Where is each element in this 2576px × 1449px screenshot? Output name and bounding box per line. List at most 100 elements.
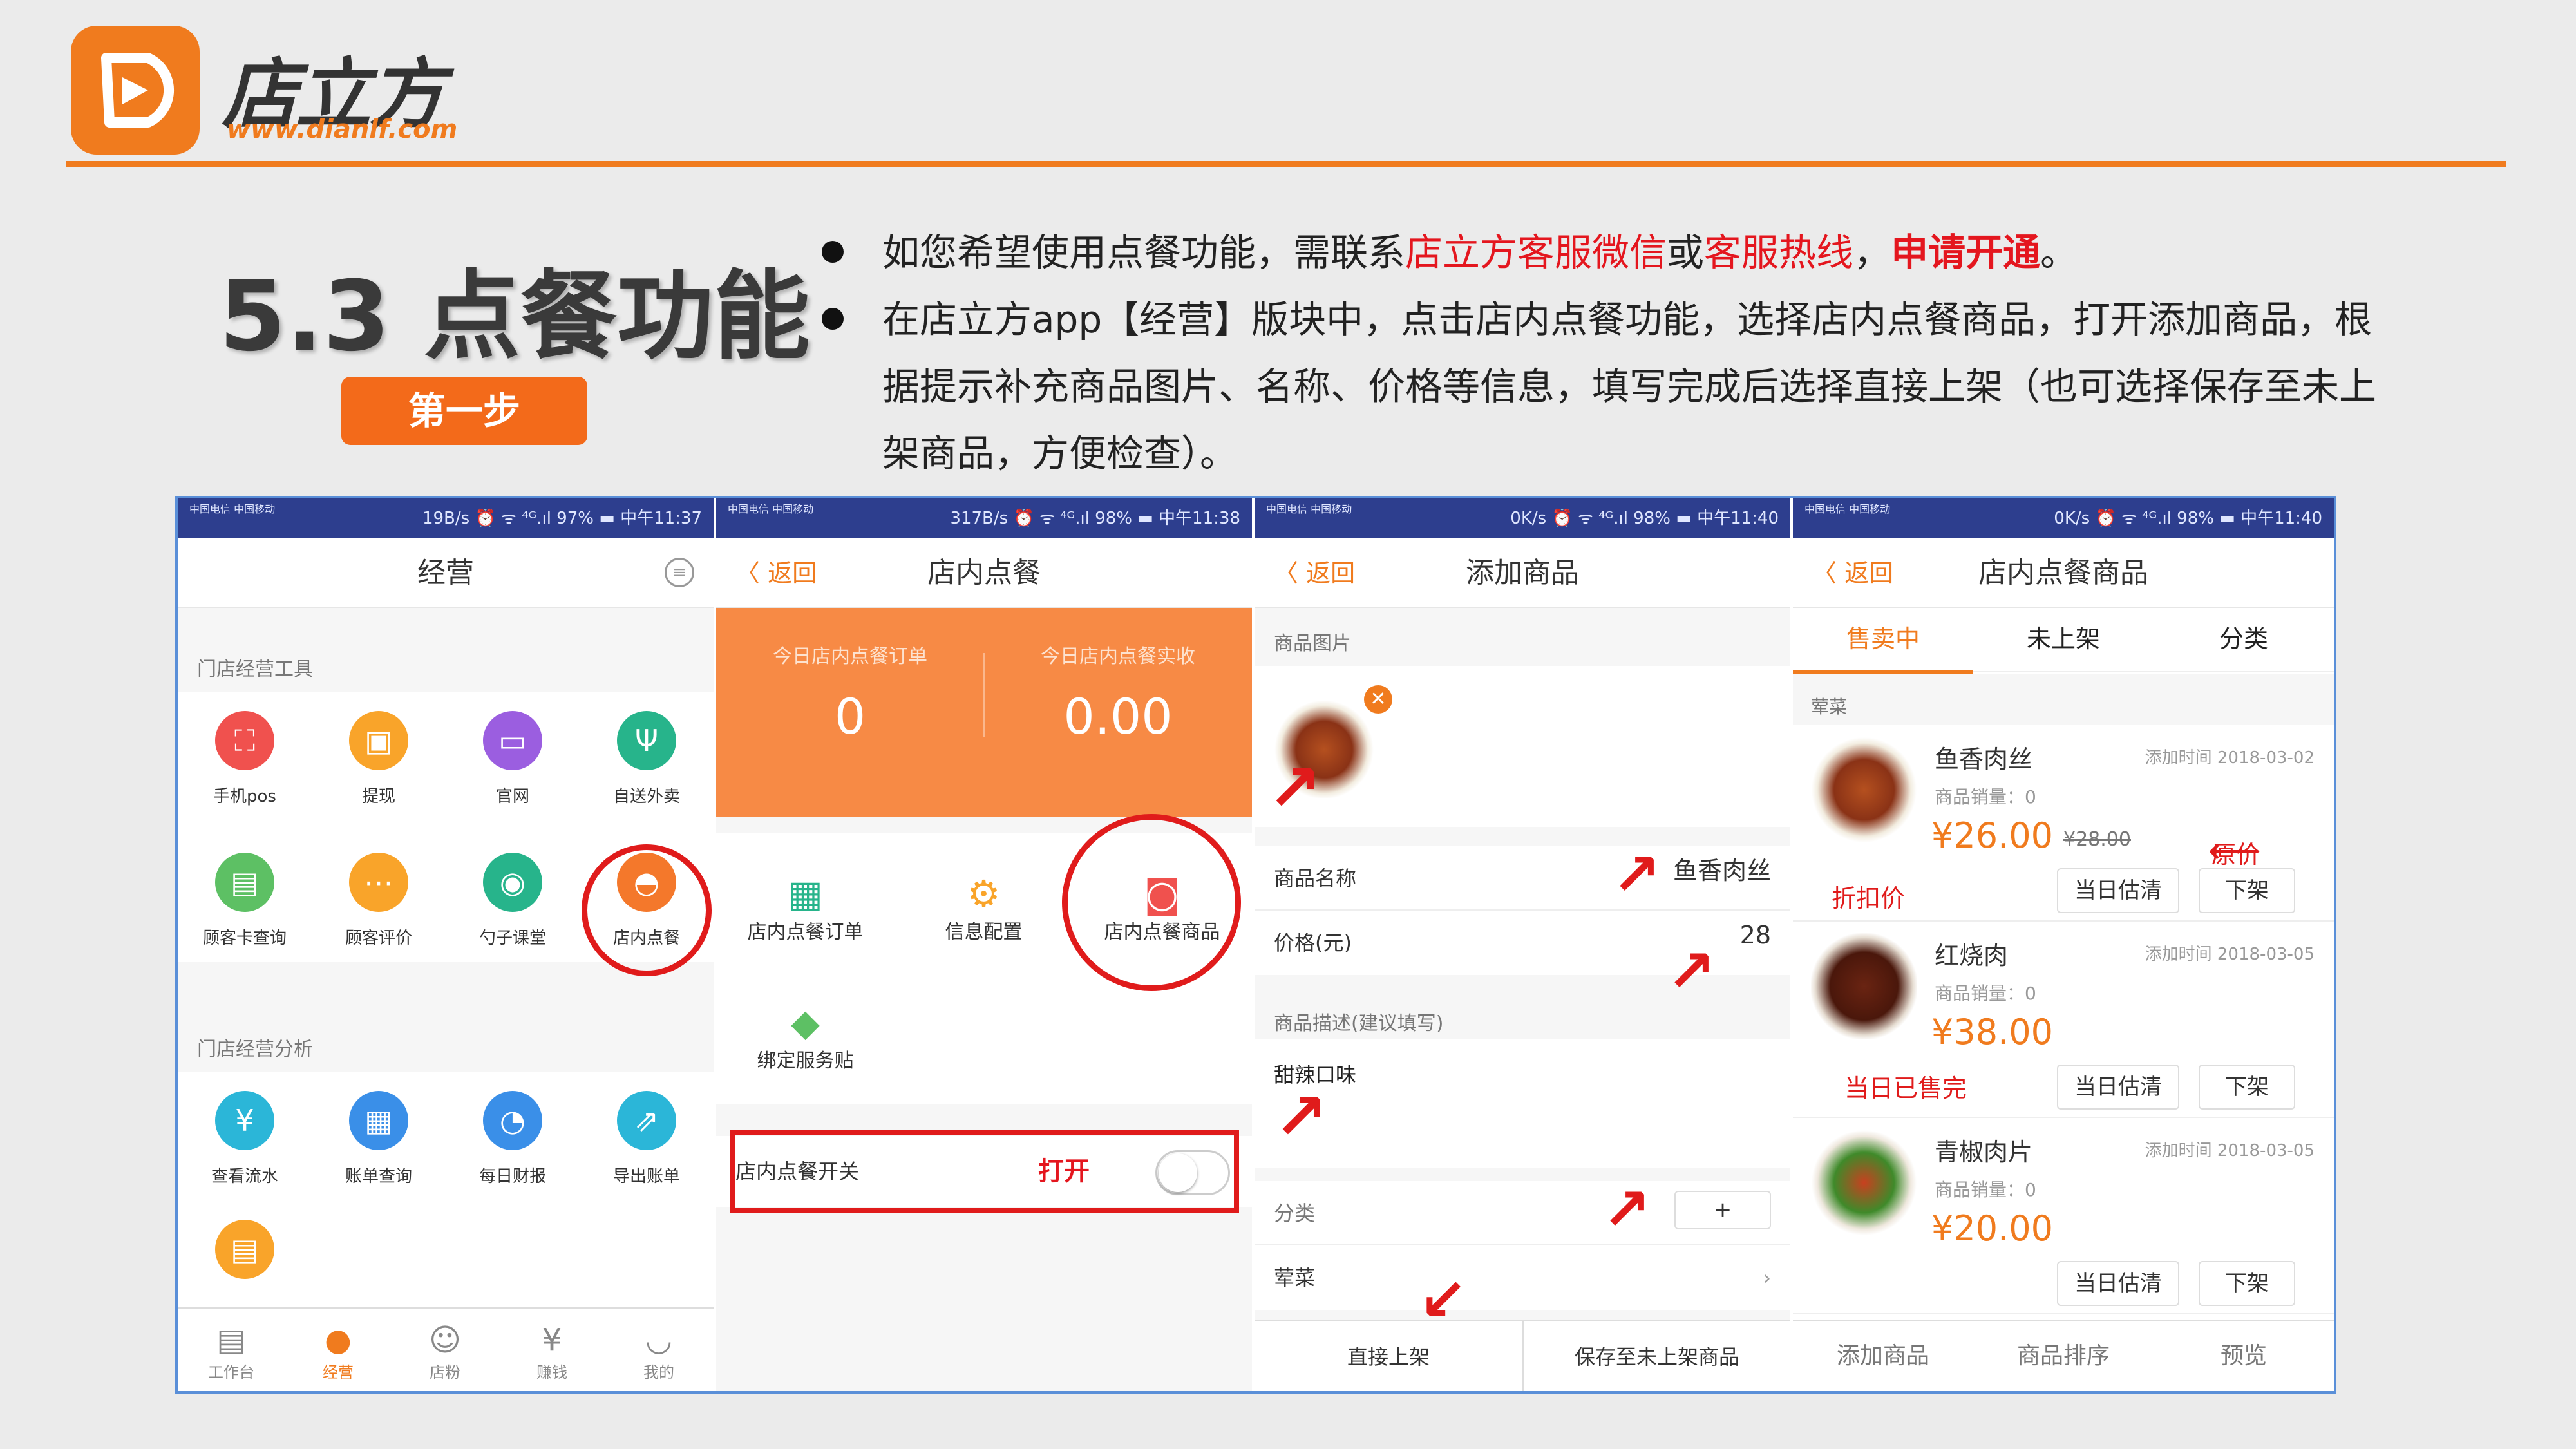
estimate-button[interactable]: 当日估清 <box>2057 1261 2179 1306</box>
pie-icon: ◔ <box>483 1091 542 1150</box>
soldout-annotation: 当日已售完 <box>1844 1074 1967 1103</box>
tool-review[interactable]: ⋯ 顾客评价 <box>312 853 446 949</box>
screenshots-frame: 中国电信 中国移动 19B/s ⏰ ᯤ ⁴ᴳ.ıl 97% ▬ 中午11:37 … <box>175 496 2336 1394</box>
tab-earn[interactable]: ¥ 赚钱 <box>498 1321 605 1382</box>
add-category-button[interactable]: + <box>1674 1191 1771 1229</box>
yen-icon: ¥ <box>215 1091 274 1150</box>
tool-delivery[interactable]: Ψ 自送外卖 <box>580 711 714 807</box>
carrier: 中国电信 中国移动 <box>728 503 814 515</box>
product-date: 添加时间 2018-03-05 <box>2145 1141 2315 1160</box>
nav-title: 经营 <box>417 556 474 589</box>
delist-button[interactable]: 下架 <box>2199 868 2295 913</box>
bullet2-text: 在店立方app【经营】版块中，点击店内点餐功能，选择店内点餐商品，打开添加商品，… <box>882 298 2377 475</box>
stat-value: 0 <box>834 688 866 745</box>
tag-icon: ◆ <box>791 1001 820 1045</box>
analysis-bill[interactable]: ▦ 账单查询 <box>312 1091 446 1187</box>
price-input[interactable]: 28 <box>1740 903 1771 967</box>
image-area: ✕ ↗ <box>1255 666 1790 827</box>
tool-card-query[interactable]: ▤ 顾客卡查询 <box>178 853 312 949</box>
back-button[interactable]: 〈 返回 <box>735 538 817 608</box>
add-product-button[interactable]: 添加商品 <box>1793 1321 1973 1391</box>
sort-button[interactable]: 商品排序 <box>1973 1321 2154 1391</box>
analysis-label: 导出账单 <box>612 1167 680 1186</box>
menu-label: 信息配置 <box>945 921 1023 943</box>
arrow-annotation: ↗ <box>1267 750 1321 826</box>
bullet-list: 如您希望使用点餐功能，需联系店立方客服微信或客服热线，申请开通。 在店立方app… <box>818 219 2402 487</box>
remove-image-icon[interactable]: ✕ <box>1364 685 1392 714</box>
tab-selling[interactable]: 售卖中 <box>1793 608 1973 674</box>
tab-category[interactable]: 分类 <box>2154 608 2334 670</box>
tool-pos[interactable]: ⛶ 手机pos <box>178 711 312 807</box>
fans-icon: ☺ <box>428 1322 462 1358</box>
analysis-more[interactable]: ▤ <box>178 1220 312 1292</box>
tool-label: 提现 <box>361 787 395 806</box>
category-value-row[interactable]: 荤菜 › <box>1255 1245 1790 1310</box>
card-icon: ▤ <box>215 853 274 912</box>
screen-dine-in: 中国电信 中国移动 317B/s ⏰ ᯤ ⁴ᴳ.ıl 98% ▬ 中午11:38… <box>716 498 1252 1391</box>
discount-annotation: 折扣价 <box>1832 884 1906 913</box>
section-label: 门店经营工具 <box>197 658 313 681</box>
tab-label: 我的 <box>643 1363 674 1381</box>
stat-orders: 今日店内点餐订单 0 <box>716 640 984 745</box>
brand-logo <box>71 26 200 155</box>
name-input[interactable]: 鱼香肉丝 <box>1673 838 1771 903</box>
analysis-daily[interactable]: ◔ 每日财报 <box>446 1091 580 1187</box>
chevron-right-icon: › <box>1763 1265 1771 1290</box>
status-bar: 中国电信 中国移动 317B/s ⏰ ᯤ ⁴ᴳ.ıl 98% ▬ 中午11:38 <box>716 498 1252 538</box>
tab-unlisted[interactable]: 未上架 <box>1973 608 2154 670</box>
menu-config[interactable]: ⚙ 信息配置 <box>895 872 1073 944</box>
product-image <box>1811 933 1917 1039</box>
estimate-button[interactable]: 当日估清 <box>2057 1065 2179 1110</box>
tool-label: 自送外卖 <box>612 787 680 806</box>
screen-product-list: 中国电信 中国移动 0K/s ⏰ ᯤ ⁴ᴳ.ıl 98% ▬ 中午11:40 〈… <box>1793 498 2334 1391</box>
back-label: 返回 <box>1306 559 1356 587</box>
status-bar: 中国电信 中国移动 19B/s ⏰ ᯤ ⁴ᴳ.ıl 97% ▬ 中午11:37 <box>178 498 714 538</box>
doc-search-icon: ▦ <box>349 1091 408 1150</box>
menu-orders[interactable]: ▦ 店内点餐订单 <box>716 872 895 944</box>
preview-button[interactable]: 预览 <box>2154 1321 2334 1391</box>
back-button[interactable]: 〈 返回 <box>1812 538 1893 608</box>
img-label: 商品图片 <box>1274 632 1351 655</box>
stat-value: 0.00 <box>1063 688 1173 745</box>
menu-label: 绑定服务贴 <box>757 1050 854 1072</box>
shield-icon: ◡ <box>645 1322 672 1358</box>
back-label: 返回 <box>1844 559 1894 587</box>
bullet-item: 如您希望使用点餐功能，需联系店立方客服微信或客服热线，申请开通。 <box>818 219 2402 286</box>
product-price: ¥38.00 <box>1931 1012 2053 1052</box>
screen-manage: 中国电信 中国移动 19B/s ⏰ ᯤ ⁴ᴳ.ıl 97% ▬ 中午11:37 … <box>178 498 714 1391</box>
message-icon[interactable]: ≡ <box>665 558 694 587</box>
tab-fans[interactable]: ☺ 店粉 <box>392 1321 498 1382</box>
nav-bar: 〈 返回 店内点餐 <box>716 538 1252 608</box>
tab-label: 工作台 <box>208 1363 254 1381</box>
tool-label: 官网 <box>495 787 529 806</box>
arrow-annotation: ↗ <box>1602 1176 1651 1244</box>
analysis-label: 查看流水 <box>211 1167 278 1186</box>
menu-sticker[interactable]: ◆ 绑定服务贴 <box>716 1001 895 1073</box>
save-draft-button[interactable]: 保存至未上架商品 <box>1522 1321 1790 1391</box>
tool-class[interactable]: ◉ 勺子课堂 <box>446 853 580 949</box>
tab-workbench[interactable]: ▤ 工作台 <box>178 1321 285 1382</box>
delist-button[interactable]: 下架 <box>2199 1065 2295 1110</box>
play-d-icon <box>101 53 175 128</box>
section-label: 门店经营分析 <box>197 1038 313 1061</box>
header-divider <box>66 161 2506 167</box>
back-button[interactable]: 〈 返回 <box>1274 538 1355 608</box>
analysis-flow[interactable]: ¥ 查看流水 <box>178 1091 312 1187</box>
category-row: 分类 + <box>1255 1181 1790 1245</box>
monitor-icon: ▭ <box>483 711 542 770</box>
estimate-button[interactable]: 当日估清 <box>2057 868 2179 913</box>
scan-icon: ⛶ <box>215 711 274 770</box>
delist-button[interactable]: 下架 <box>2199 1261 2295 1306</box>
nav-bar: 经营 ≡ <box>178 538 714 608</box>
tool-website[interactable]: ▭ 官网 <box>446 711 580 807</box>
analysis-export[interactable]: ⇗ 导出账单 <box>580 1091 714 1187</box>
product-sales: 商品销量：0 <box>1935 983 2036 1004</box>
tool-withdraw[interactable]: ▣ 提现 <box>312 711 446 807</box>
nav-title: 店内点餐 <box>927 556 1041 589</box>
arrow-annotation: ↗ <box>1274 1079 1328 1154</box>
bullet-item: 在店立方app【经营】版块中，点击店内点餐功能，选择店内点餐商品，打开添加商品，… <box>818 286 2402 487</box>
publish-button[interactable]: 直接上架 <box>1255 1321 1522 1391</box>
tab-mine[interactable]: ◡ 我的 <box>605 1321 712 1382</box>
product-price: ¥26.00 <box>1931 815 2053 856</box>
tab-manage[interactable]: ● 经营 <box>285 1321 392 1382</box>
